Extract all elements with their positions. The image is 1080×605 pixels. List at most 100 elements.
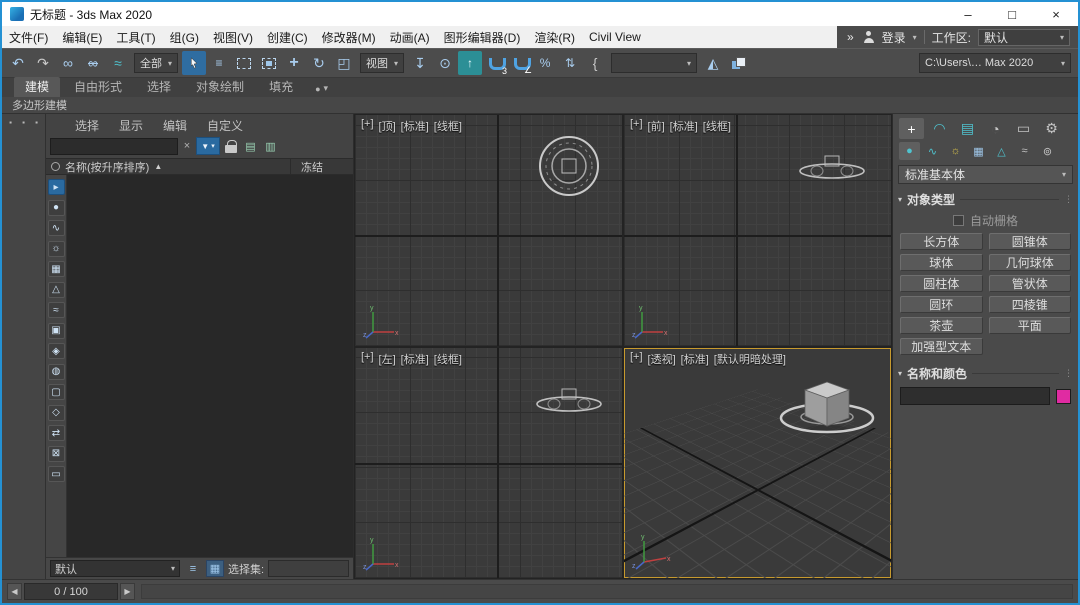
name-column-header[interactable]: 名称(按升序排序): [65, 159, 149, 175]
selection-filter-dropdown[interactable]: 全部 ▾: [134, 53, 178, 73]
previous-frame-icon[interactable]: ◀: [7, 583, 22, 600]
reference-coordinate-system-dropdown[interactable]: 视图 ▾: [360, 53, 404, 73]
percent-snap-toggle-icon[interactable]: %: [533, 51, 557, 75]
viewport-menu-standard[interactable]: [标准]: [670, 118, 698, 134]
object-color-swatch[interactable]: [1056, 389, 1071, 404]
select-and-place-icon[interactable]: ↧: [408, 51, 432, 75]
motion-tab-icon[interactable]: ◔: [983, 118, 1008, 139]
viewport-menu-shading[interactable]: [默认明暗处理]: [714, 351, 786, 367]
explorer-menu-display[interactable]: 显示: [110, 117, 152, 134]
undo-icon[interactable]: ↶: [6, 51, 30, 75]
select-and-scale-icon[interactable]: ◰: [332, 51, 356, 75]
ribbon-tab-selection[interactable]: 选择: [136, 77, 182, 97]
display-xrefs-icon[interactable]: ◈: [48, 343, 65, 359]
viewport-menu-shading[interactable]: [线框]: [703, 118, 731, 134]
select-and-manipulate-icon[interactable]: ↑: [458, 51, 482, 75]
utilities-tab-icon[interactable]: ⚙: [1039, 118, 1064, 139]
viewport-menu-standard[interactable]: [标准]: [401, 118, 429, 134]
menu-overflow-icon[interactable]: »: [845, 30, 856, 44]
geometry-category-icon[interactable]: ●: [899, 142, 920, 160]
polygon-modeling-panel[interactable]: 多边形建模: [12, 97, 67, 113]
lights-category-icon[interactable]: ☼: [945, 142, 966, 160]
project-folder-dropdown[interactable]: C:\Users\… Max 2020 ▾: [919, 53, 1071, 73]
lock-cell-editing-icon[interactable]: [225, 140, 237, 153]
display-bones-icon[interactable]: ▢: [48, 384, 65, 400]
viewport-menu-standard[interactable]: [标准]: [401, 351, 429, 367]
viewport-top[interactable]: [+] [顶] [标准] [线框] x y z: [355, 115, 622, 346]
explorer-menu-select[interactable]: 选择: [66, 117, 108, 134]
plane-button[interactable]: 平面: [989, 317, 1072, 334]
spinner-snap-toggle-icon[interactable]: ⇅: [558, 51, 582, 75]
viewport-left[interactable]: [+] [左] [标准] [线框] x y z: [355, 348, 622, 579]
display-shapes-icon[interactable]: ∿: [48, 220, 65, 236]
window-crossing-toggle-icon[interactable]: [257, 51, 281, 75]
sort-ascending-icon[interactable]: ▲: [154, 162, 162, 171]
viewport-perspective[interactable]: [+] [透视] [标准] [默认明暗处理] x y: [624, 348, 891, 579]
box-button[interactable]: 长方体: [900, 233, 983, 250]
display-frozen-icon[interactable]: ⊠: [48, 446, 65, 462]
display-helpers-icon[interactable]: △: [48, 282, 65, 298]
name-color-rollout-header[interactable]: ▾ 名称和颜色 ⋮: [898, 365, 1073, 381]
select-and-rotate-icon[interactable]: ↻: [307, 51, 331, 75]
spacewarps-category-icon[interactable]: ≈: [1014, 142, 1035, 160]
viewport-menu-standard[interactable]: [标准]: [681, 351, 709, 367]
advanced-filter-icon[interactable]: ▥: [262, 138, 279, 155]
close-button[interactable]: ×: [1034, 2, 1078, 26]
layer-preset-dropdown[interactable]: 默认 ▾: [50, 560, 180, 577]
filter-icon[interactable]: ▼ ▾: [196, 137, 220, 155]
viewport-menu-pov[interactable]: [前]: [648, 118, 665, 134]
display-tab-icon[interactable]: ▭: [1011, 118, 1036, 139]
viewport-menu-general[interactable]: [+]: [361, 118, 374, 134]
ribbon-tab-freeform[interactable]: 自由形式: [63, 77, 133, 97]
explorer-menu-edit[interactable]: 编辑: [154, 117, 196, 134]
ribbon-tab-modeling[interactable]: 建模: [14, 77, 60, 97]
select-and-move-icon[interactable]: +: [282, 51, 306, 75]
display-hidden-icon[interactable]: ▭: [48, 466, 65, 482]
menu-group[interactable]: 组(G): [163, 26, 206, 48]
ribbon-tab-object-paint[interactable]: 对象绘制: [185, 77, 255, 97]
keyboard-shortcut-override-icon[interactable]: {: [583, 51, 607, 75]
menu-graph-editors[interactable]: 图形编辑器(D): [437, 26, 528, 48]
menu-tools[interactable]: 工具(T): [109, 26, 162, 48]
tube-button[interactable]: 管状体: [989, 275, 1072, 292]
menu-modifiers[interactable]: 修改器(M): [315, 26, 383, 48]
display-containers-icon[interactable]: ◇: [48, 405, 65, 421]
frozen-column-header[interactable]: 冻结: [296, 159, 348, 175]
display-materials-icon[interactable]: ◍: [48, 364, 65, 380]
menu-animation[interactable]: 动画(A): [383, 26, 437, 48]
use-pivot-point-center-icon[interactable]: ⊙: [433, 51, 457, 75]
display-cameras-icon[interactable]: ▦: [48, 261, 65, 277]
display-spacewarps-icon[interactable]: ≈: [48, 302, 65, 318]
track-bar[interactable]: [141, 584, 1073, 599]
viewport-menu-general[interactable]: [+]: [361, 351, 374, 367]
menu-edit[interactable]: 编辑(E): [55, 26, 109, 48]
viewport-menu-pov[interactable]: [顶]: [379, 118, 396, 134]
object-type-rollout-header[interactable]: ▾ 对象类型 ⋮: [898, 191, 1073, 207]
minimize-button[interactable]: –: [946, 2, 990, 26]
shapes-category-icon[interactable]: ∿: [922, 142, 943, 160]
sync-selection-icon[interactable]: ⇄: [48, 425, 65, 441]
cameras-category-icon[interactable]: ▦: [968, 142, 989, 160]
display-selection-icon[interactable]: ▸: [48, 179, 65, 195]
menu-civil-view[interactable]: Civil View: [582, 26, 648, 48]
object-type-column-icon[interactable]: [51, 162, 60, 171]
cone-button[interactable]: 圆锥体: [989, 233, 1072, 250]
modify-tab-icon[interactable]: ◠: [927, 118, 952, 139]
display-geometry-icon[interactable]: ●: [48, 200, 65, 216]
hierarchy-tab-icon[interactable]: ▤: [955, 118, 980, 139]
pyramid-button[interactable]: 四棱锥: [989, 296, 1072, 313]
viewport-menu-general[interactable]: [+]: [630, 118, 643, 134]
align-icon[interactable]: [726, 51, 750, 75]
snaps-toggle-icon[interactable]: 3: [483, 51, 507, 75]
explorer-menu-customize[interactable]: 自定义: [198, 117, 252, 134]
current-frame-display[interactable]: 0 / 100: [24, 583, 118, 600]
select-object-icon[interactable]: [182, 51, 206, 75]
create-tab-icon[interactable]: +: [899, 118, 924, 139]
viewport-front[interactable]: [+] [前] [标准] [线框] x y z: [624, 115, 891, 346]
explorer-search-input[interactable]: [50, 138, 178, 155]
object-name-input[interactable]: [900, 387, 1050, 405]
login-button[interactable]: 登录: [882, 29, 906, 46]
workspace-dropdown[interactable]: 默认 ▾: [978, 29, 1070, 46]
box-and-torus-objects[interactable]: [761, 360, 891, 460]
textplus-button[interactable]: 加强型文本: [900, 338, 983, 355]
